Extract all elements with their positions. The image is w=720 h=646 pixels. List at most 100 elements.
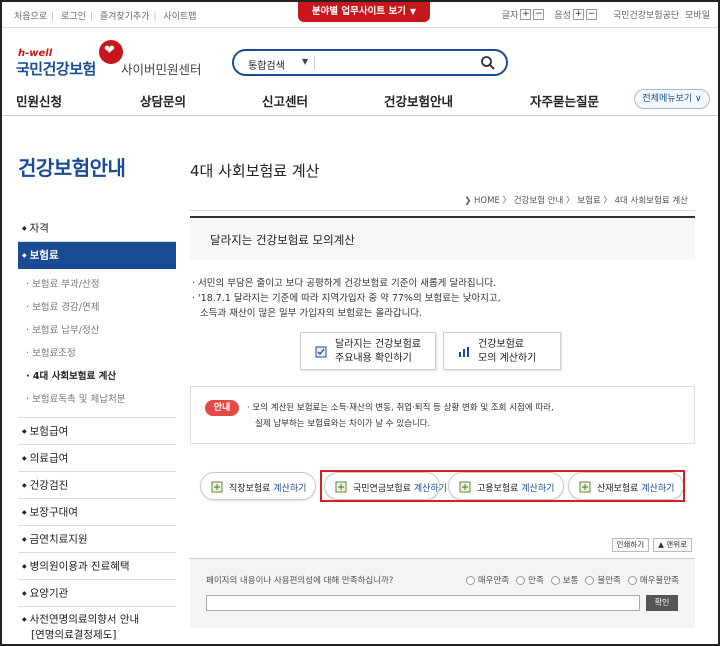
divider: |	[89, 12, 93, 22]
sidebar-subitem-adjustment[interactable]: · 보험료조정	[18, 342, 176, 365]
bullet-icon: ◆	[22, 428, 27, 435]
sidebar-menu: ◆ 자격 ◆ 보험료 · 보험료 부과/산정 · 보험료 경감/면제 · 보험료 납…	[18, 215, 176, 644]
sidebar-item-label: [연명의료결정제도]	[31, 628, 117, 641]
sidebar-item-label: 사전연명의료의향서 안내	[29, 613, 140, 626]
breadcrumb-text[interactable]: HOME 〉 건강보험 안내 〉 보험료 〉 4대 사회보험료 계산	[474, 196, 688, 206]
sidebar-subitem-assessment[interactable]: · 보험료 부과/산정	[18, 273, 176, 296]
sidebar-subitem-payment[interactable]: · 보험료 납부/정산	[18, 319, 176, 342]
radio-button[interactable]	[627, 575, 637, 585]
breadcrumb: ❯ HOME 〉 건강보험 안내 〉 보험료 〉 4대 사회보험료 계산	[464, 194, 688, 206]
radio-button[interactable]	[550, 575, 560, 585]
font-minus-button[interactable]: −	[533, 9, 545, 20]
bullet-icon: ◆	[22, 225, 27, 232]
font-size-control: 글자 + −	[502, 8, 545, 21]
survey-option-satisfied[interactable]: 만족	[516, 574, 544, 586]
survey-option-dissatisfied[interactable]: 불만족	[585, 574, 621, 586]
divider: |	[51, 12, 55, 22]
bullet-icon: ◆	[22, 590, 27, 597]
font-plus-button[interactable]: +	[520, 9, 532, 20]
divider	[190, 210, 695, 211]
link-home[interactable]: 처음으로	[14, 12, 47, 22]
link-sitemap[interactable]: 사이트맵	[163, 12, 196, 22]
bullet-icon: ◆	[22, 252, 27, 259]
brand-subtitle[interactable]: 사이버민원센터	[121, 59, 202, 78]
link-login[interactable]: 로그인	[61, 12, 86, 22]
simulation-title: 달라지는 건강보험료 모의계산	[210, 233, 355, 247]
chevron-down-icon[interactable]: ▼	[302, 57, 308, 66]
sidebar-subitem-arrears[interactable]: · 보험료독촉 및 체납처분	[18, 388, 176, 411]
radio-button[interactable]	[465, 575, 475, 585]
bullet-icon: ◆	[22, 482, 27, 489]
sidebar-subitem-calc[interactable]: · 4대 사회보험료 계산	[18, 365, 176, 388]
survey-option-neutral[interactable]: 보통	[550, 574, 578, 586]
sidebar-subitem-label: 보험료 납부/정산	[32, 325, 100, 336]
search-icon[interactable]	[480, 55, 496, 71]
nav-item-report[interactable]: 신고센터	[262, 91, 308, 110]
notice-badge: 안내	[205, 400, 239, 416]
link-org[interactable]: 국민건강보험공단	[613, 8, 679, 21]
survey-comment-input[interactable]	[206, 595, 640, 611]
bullet-icon: ◆	[22, 536, 27, 543]
voice-minus-button[interactable]: −	[585, 9, 597, 20]
voice-label: 음성	[554, 11, 571, 21]
field-sites-label: 분야별 업무사이트 보기	[311, 6, 406, 17]
notice-text: · 모의 계산된 보험료는 소득·재산의 변동, 취업·퇴직 등 상황 변화 및…	[247, 400, 554, 432]
print-button[interactable]: 인쇄하기	[611, 538, 650, 552]
divider: |	[153, 12, 157, 22]
sidebar-item-checkup[interactable]: ◆ 건강검진	[18, 472, 176, 499]
radio-button[interactable]	[585, 575, 595, 585]
nav-item-insurance-info[interactable]: 건강보험안내	[384, 91, 453, 110]
search-category-select[interactable]: 통합검색	[248, 57, 285, 72]
nav-item-application[interactable]: 민원신청	[16, 91, 62, 110]
search-input[interactable]	[320, 54, 470, 72]
calc-employee-button[interactable]: 직장보험료 계산하기	[200, 472, 316, 500]
survey-option-very-dissatisfied[interactable]: 매우불만족	[627, 574, 679, 586]
radio-button[interactable]	[516, 575, 526, 585]
survey-option-very-satisfied[interactable]: 매우만족	[465, 574, 509, 586]
info-line: · 서민의 부담은 줄이고 보다 공평하게 건강보험료 기준이 새롭게 달라집니…	[192, 278, 497, 289]
page-title: 4대 사회보험료 계산	[190, 162, 320, 180]
sidebar-submenu: · 보험료 부과/산정 · 보험료 경감/면제 · 보험료 납부/정산 · 보험…	[18, 269, 176, 418]
sidebar-item-premium[interactable]: ◆ 보험료	[18, 242, 176, 269]
calc-label: 직장보험료 계산하기	[229, 484, 307, 494]
sidebar-title: 건강보험안내	[18, 156, 126, 180]
link-bookmark[interactable]: 즐겨찾기추가	[100, 12, 150, 22]
changes-info-button[interactable]: 달라지는 건강보험료 주요내용 확인하기	[300, 332, 436, 370]
sidebar-item-institutions[interactable]: ◆ 요양기관	[18, 580, 176, 607]
survey-submit-button[interactable]: 확인	[646, 595, 678, 611]
bullet-icon: ◆	[22, 509, 27, 516]
utility-right: 글자 + − 음성 + − 국민건강보험공단 모바일	[502, 8, 710, 21]
link-mobile[interactable]: 모바일	[685, 8, 710, 21]
back-to-top-button[interactable]: ▲ 맨위로	[653, 538, 692, 552]
divider	[314, 56, 315, 70]
search-bar: 통합검색 ▼	[232, 49, 508, 76]
sidebar-item-medical-aid[interactable]: ◆ 의료급여	[18, 445, 176, 472]
sidebar-item-label: 의료급여	[29, 452, 69, 465]
field-sites-tab[interactable]: 분야별 업무사이트 보기 ▼	[298, 2, 430, 22]
sidebar-item-label: 금연치료지원	[29, 533, 88, 546]
option-label: 불만족	[597, 576, 621, 586]
sidebar-item-advance-directive[interactable]: ◆ 사전연명의료의향서 안내 [연명의료결정제도]	[18, 607, 176, 644]
all-menu-button[interactable]: 전체메뉴보기 ∨	[634, 89, 710, 109]
notice-line: 실제 납부하는 보험료와는 차이가 날 수 있습니다.	[255, 419, 431, 429]
brand-logo[interactable]: 국민건강보험	[16, 58, 96, 79]
nav-item-faq[interactable]: 자주묻는질문	[530, 91, 599, 110]
breadcrumb-arrow-icon: ❯	[464, 196, 472, 206]
sidebar-subitem-reduction[interactable]: · 보험료 경감/면제	[18, 296, 176, 319]
sidebar-item-label: 보험급여	[29, 425, 69, 438]
voice-plus-button[interactable]: +	[572, 9, 584, 20]
sub-bullet-icon: ·	[26, 279, 30, 290]
sidebar-item-benefits[interactable]: ◆ 보험급여	[18, 418, 176, 445]
sidebar-item-label: 보험료	[29, 249, 59, 262]
bullet-icon: ◆	[22, 616, 27, 623]
sidebar-item-equipment[interactable]: ◆ 보장구대여	[18, 499, 176, 526]
sidebar-item-eligibility[interactable]: ◆ 자격	[18, 215, 176, 242]
changes-info-label: 달라지는 건강보험료 주요내용 확인하기	[335, 338, 421, 366]
info-line: 소득과 재산이 많은 일부 가입자의 보험료는 올라갑니다.	[200, 308, 423, 319]
utility-bar: 처음으로 | 로그인 | 즐겨찾기추가 | 사이트맵 분야별 업무사이트 보기 ▼ 글자…	[2, 2, 718, 28]
sidebar-item-smoking[interactable]: ◆ 금연치료지원	[18, 526, 176, 553]
mock-calc-button[interactable]: 건강보험료 모의 계산하기	[443, 332, 561, 370]
page-utility-buttons: 인쇄하기 ▲ 맨위로	[608, 538, 692, 552]
sidebar-item-hospital[interactable]: ◆ 병의원이용과 진료혜택	[18, 553, 176, 580]
nav-item-consult[interactable]: 상담문의	[140, 91, 186, 110]
